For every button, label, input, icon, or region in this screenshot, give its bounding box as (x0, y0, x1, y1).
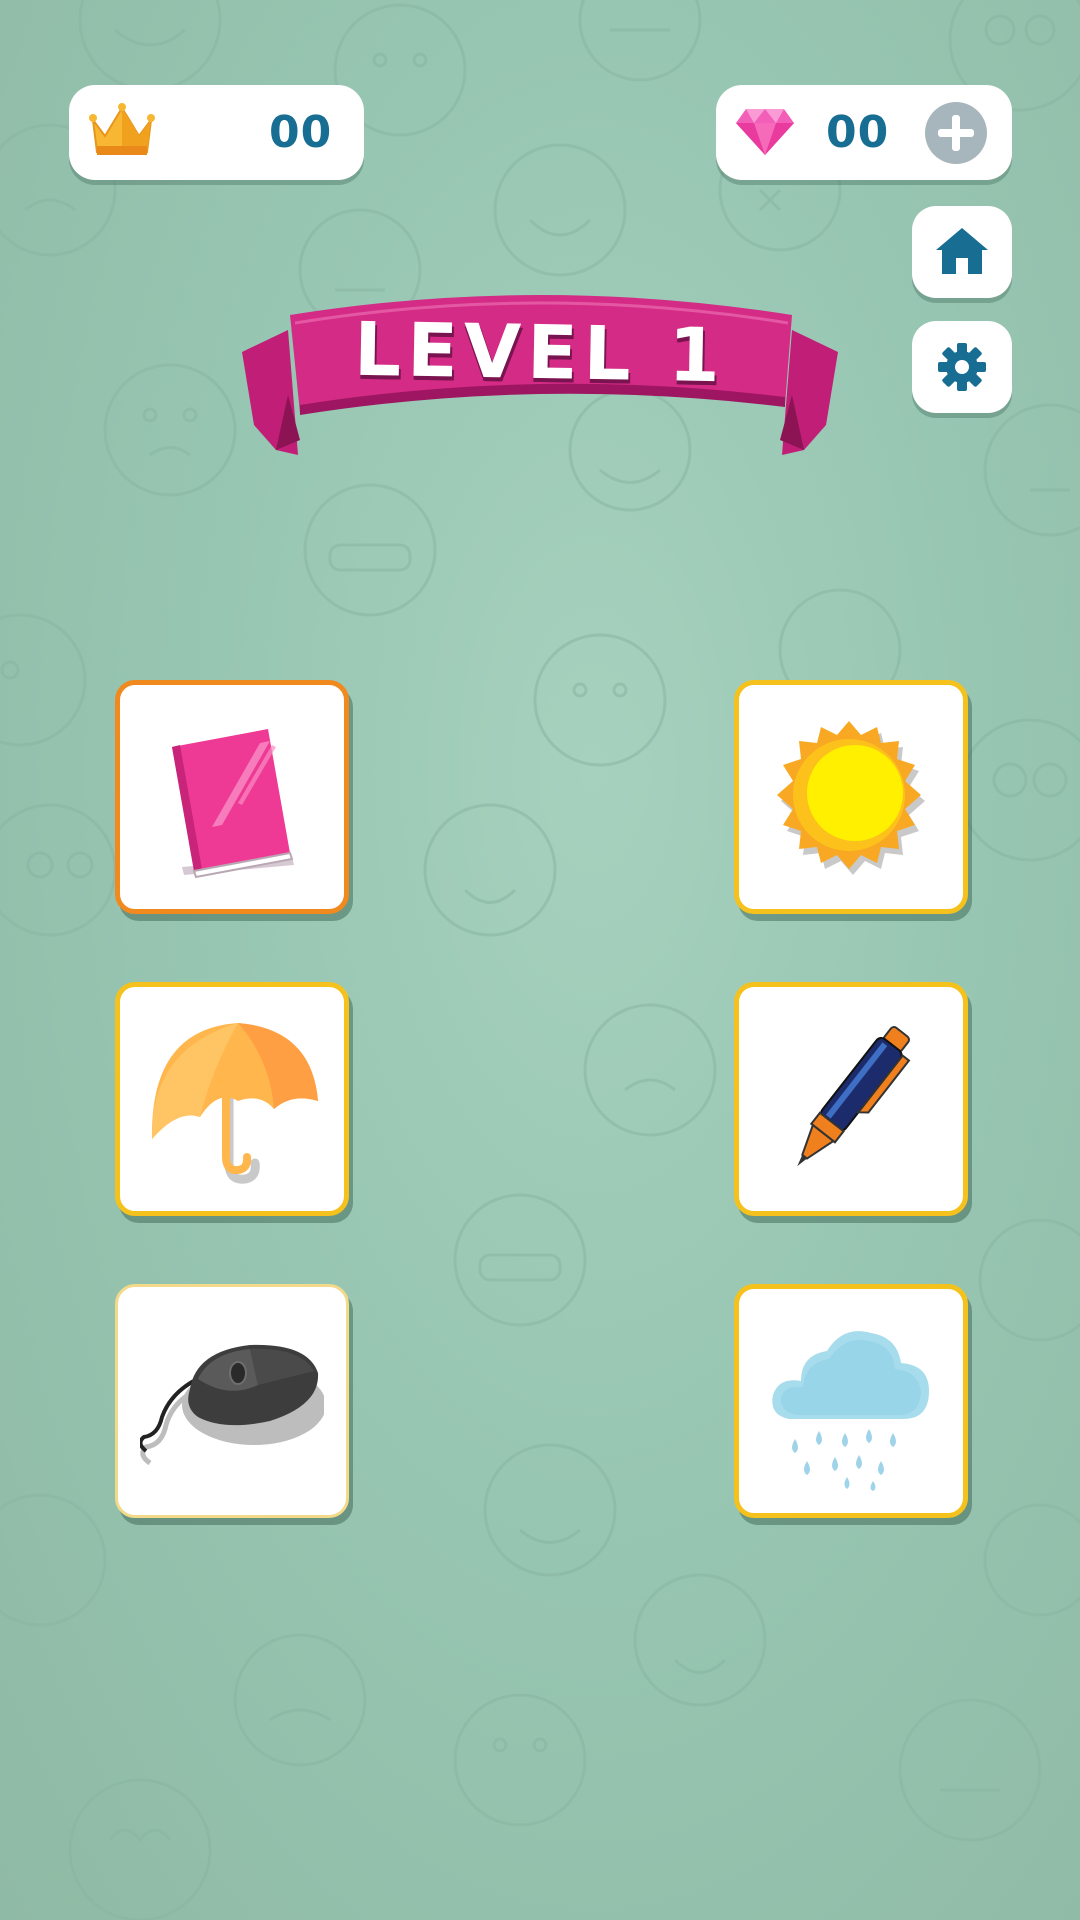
pen-icon (797, 1026, 911, 1167)
card-book[interactable] (115, 680, 349, 914)
home-button[interactable] (912, 206, 1012, 298)
book-icon (172, 729, 294, 879)
card-sun[interactable] (734, 680, 968, 914)
crown-count: 00 (269, 107, 333, 158)
gem-count: 00 (826, 107, 890, 158)
rain-cloud-icon (772, 1331, 929, 1491)
home-icon (936, 228, 988, 274)
card-umbrella[interactable] (115, 982, 349, 1216)
card-computer-mouse[interactable] (115, 1284, 349, 1518)
umbrella-icon (151, 1023, 318, 1184)
crown-score-panel: 00 (69, 85, 364, 180)
level-title: LEVEL 1 (353, 306, 727, 400)
crown-icon (87, 102, 157, 167)
computer-mouse-icon (140, 1344, 324, 1466)
card-rain-cloud[interactable] (734, 1284, 968, 1518)
level-banner: LEVEL 1 (240, 275, 840, 465)
gear-icon (938, 343, 986, 391)
add-gems-button[interactable] (925, 102, 987, 164)
settings-button[interactable] (912, 321, 1012, 413)
gem-score-panel: 00 (716, 85, 1012, 180)
card-pen[interactable] (734, 982, 968, 1216)
gem-icon (734, 105, 796, 164)
sun-icon (777, 721, 925, 875)
